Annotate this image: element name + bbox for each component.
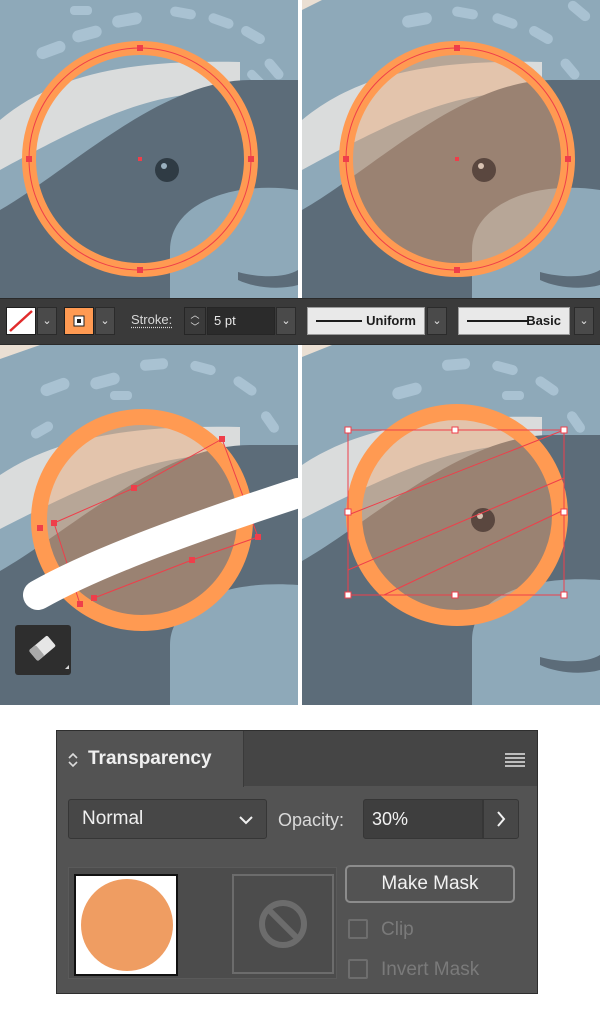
panel-menu-icon[interactable] bbox=[505, 751, 525, 767]
clip-label: Clip bbox=[381, 919, 414, 940]
profile-dropdown[interactable]: ⌄ bbox=[427, 307, 447, 335]
illustration-step-3 bbox=[0, 345, 298, 705]
stroke-dropdown[interactable]: ⌄ bbox=[95, 307, 115, 335]
stroke-label[interactable]: Stroke: bbox=[131, 312, 172, 327]
illustration-step-1 bbox=[0, 0, 298, 298]
stroke-weight-input[interactable]: 5 pt bbox=[207, 307, 275, 335]
none-swatch-icon bbox=[9, 310, 33, 332]
profile-line-preview bbox=[316, 320, 362, 322]
variable-width-profile-select[interactable]: Uniform bbox=[307, 307, 425, 335]
blend-mode-select[interactable]: Normal bbox=[68, 799, 267, 839]
chevron-right-icon bbox=[497, 811, 506, 827]
illustration-step-2 bbox=[302, 0, 600, 298]
transparency-panel: Transparency Normal Opacity: 30% Make Ma… bbox=[56, 730, 538, 994]
brush-definition-value: Basic bbox=[526, 313, 561, 328]
brush-dropdown[interactable]: ⌄ bbox=[574, 307, 594, 335]
object-thumbnail[interactable] bbox=[74, 874, 178, 976]
fill-swatch[interactable] bbox=[6, 307, 36, 335]
collapse-arrows-icon[interactable] bbox=[67, 751, 79, 769]
thumbnail-area bbox=[68, 867, 337, 979]
clip-checkbox[interactable] bbox=[348, 919, 368, 939]
stroke-square-icon bbox=[73, 315, 85, 327]
blend-mode-value: Normal bbox=[82, 808, 144, 829]
opacity-input[interactable]: 30% bbox=[363, 799, 483, 839]
panel-title: Transparency bbox=[88, 748, 212, 769]
invert-mask-checkbox[interactable] bbox=[348, 959, 368, 979]
no-mask-icon bbox=[259, 900, 307, 948]
opacity-slider-button[interactable] bbox=[483, 799, 519, 839]
transparency-tab[interactable]: Transparency bbox=[57, 731, 244, 787]
chevron-down-icon bbox=[239, 816, 253, 825]
illustration-step-4 bbox=[302, 345, 600, 705]
stroke-swatch[interactable] bbox=[64, 307, 94, 335]
make-mask-button[interactable]: Make Mask bbox=[345, 865, 515, 903]
stroke-weight-stepper[interactable]: ︿ ﹀ bbox=[184, 307, 206, 335]
invert-mask-label: Invert Mask bbox=[381, 959, 480, 980]
brush-definition-select[interactable]: Basic bbox=[458, 307, 570, 335]
opacity-label: Opacity: bbox=[278, 810, 345, 830]
object-thumbnail-circle bbox=[81, 879, 173, 971]
fill-dropdown[interactable]: ⌄ bbox=[37, 307, 57, 335]
eraser-tool-button[interactable] bbox=[15, 625, 71, 675]
control-bar: ⌄ ⌄ Stroke: ︿ ﹀ 5 pt ⌄ Uniform ⌄ Basic ⌄ bbox=[0, 298, 600, 345]
mask-thumbnail[interactable] bbox=[232, 874, 334, 974]
eraser-tool-icon bbox=[29, 635, 69, 669]
brush-line-preview bbox=[467, 320, 529, 322]
variable-width-profile-value: Uniform bbox=[366, 313, 416, 328]
stroke-weight-dropdown[interactable]: ⌄ bbox=[276, 307, 296, 335]
